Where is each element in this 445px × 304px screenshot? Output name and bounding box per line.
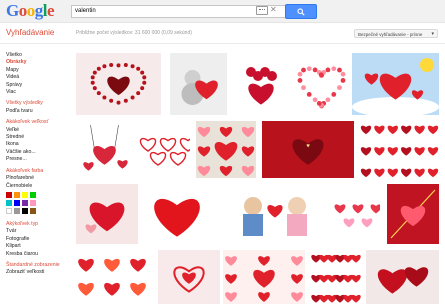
image-result-thumbnail[interactable]: [366, 250, 439, 304]
safe-search-label: Bezpečné vyhľadávanie - prísne: [358, 32, 423, 37]
logo-letter: e: [46, 1, 55, 20]
sidebar-item[interactable]: Veľké: [6, 127, 68, 134]
image-result-thumbnail[interactable]: [330, 184, 380, 244]
color-swatch[interactable]: [22, 199, 28, 206]
magnifier-icon: [297, 8, 305, 16]
image-result-thumbnail[interactable]: [352, 53, 439, 115]
thumbnail-image: [181, 70, 218, 105]
chevron-down-icon: ▾: [431, 31, 434, 37]
color-swatch[interactable]: [22, 207, 28, 214]
section-title: Vyhľadávanie: [6, 28, 55, 37]
logo-letter: g: [34, 1, 44, 20]
logo-letter: o: [18, 1, 28, 20]
thumbnail-image: [173, 266, 205, 293]
color-swatch[interactable]: [14, 199, 20, 206]
image-result-thumbnail[interactable]: [170, 53, 227, 115]
thumbnail-image: [197, 126, 255, 177]
search-button[interactable]: [285, 4, 317, 19]
thumbnail-image: [352, 58, 439, 115]
sidebar-item[interactable]: Čiernobiele: [6, 183, 68, 190]
sidebar: Všetko Obrázky Mapy Videá Správy Viac Všetky v…: [6, 52, 68, 281]
image-result-thumbnail[interactable]: [76, 121, 133, 178]
image-result-thumbnail[interactable]: [196, 121, 256, 178]
logo-letter: G: [6, 1, 19, 20]
color-swatch[interactable]: [6, 199, 12, 206]
logo-letter: o: [26, 1, 36, 20]
image-result-thumbnail[interactable]: [216, 184, 334, 244]
svg-text:♥: ♥: [306, 144, 310, 150]
color-swatch[interactable]: [22, 191, 28, 198]
image-result-thumbnail[interactable]: [360, 121, 439, 178]
color-swatch[interactable]: [6, 207, 12, 214]
image-result-thumbnail[interactable]: [138, 121, 190, 178]
color-swatch[interactable]: [14, 191, 20, 198]
thumbnail-image: [85, 202, 125, 234]
thumbnail-image: [334, 204, 380, 228]
sidebar-item[interactable]: Obrázky: [6, 59, 68, 66]
sidebar-item[interactable]: Akákoľvek veľkosť: [6, 119, 68, 126]
sidebar-item[interactable]: Mapy: [6, 67, 68, 74]
sidebar-item[interactable]: Akákoľvek farba: [6, 168, 68, 175]
search-input[interactable]: valentin: [71, 5, 286, 18]
sidebar-item[interactable]: Videá: [6, 74, 68, 81]
sidebar-item[interactable]: Viac: [6, 89, 68, 96]
image-result-thumbnail[interactable]: [76, 184, 138, 244]
sidebar-item[interactable]: Stredné: [6, 134, 68, 141]
google-logo[interactable]: Google: [6, 1, 55, 20]
thumbnail-image: [90, 63, 147, 105]
color-swatch[interactable]: [30, 207, 36, 214]
image-result-thumbnail[interactable]: ♥: [262, 121, 354, 178]
keyboard-icon[interactable]: [256, 6, 268, 15]
image-result-thumbnail[interactable]: [158, 250, 220, 304]
thumbnail-image: [225, 256, 303, 302]
sidebar-item[interactable]: Tvár: [6, 228, 68, 235]
thumbnail-image: [246, 67, 277, 105]
sidebar-item[interactable]: Zobraziť veľkosti: [6, 269, 68, 276]
thumbnail-image: [390, 189, 436, 239]
sidebar-item[interactable]: Štandardné zobrazenie: [6, 262, 68, 269]
thumbnail-image: [139, 137, 190, 166]
results-header: Vyhľadávanie Približne počet výsledkov: …: [0, 23, 445, 44]
safe-search-button[interactable]: Bezpečné vyhľadávanie - prísne ▾: [354, 29, 438, 38]
sidebar-item[interactable]: Všetko: [6, 52, 68, 59]
color-swatch[interactable]: [6, 191, 12, 198]
image-result-thumbnail[interactable]: [233, 53, 289, 115]
image-result-thumbnail[interactable]: [310, 250, 362, 304]
clear-icon[interactable]: ✕: [270, 5, 277, 15]
thumbnail-image: [83, 124, 128, 171]
thumbnail-image: [360, 125, 439, 178]
thumbnail-image: [377, 267, 429, 294]
sidebar-item[interactable]: Klipart: [6, 243, 68, 250]
thumbnail-image: [311, 254, 361, 303]
top-bar: Google valentin ✕: [0, 0, 445, 23]
sidebar-item[interactable]: Presne...: [6, 156, 68, 163]
thumbnail-image: [243, 197, 307, 236]
image-result-thumbnail[interactable]: [146, 184, 208, 244]
sidebar-item[interactable]: Správy: [6, 82, 68, 89]
thumbnail-image: [154, 198, 200, 237]
sidebar-item[interactable]: Kresba čiarou: [6, 251, 68, 258]
color-swatch[interactable]: [30, 199, 36, 206]
result-stats: Približne počet výsledkov: 31 600 000 (0…: [76, 30, 192, 36]
image-result-thumbnail[interactable]: [76, 53, 161, 115]
sidebar-item[interactable]: Fotografie: [6, 236, 68, 243]
sidebar-item[interactable]: Podľa tvaru: [6, 108, 68, 115]
thumbnail-image: [297, 66, 346, 109]
image-result-thumbnail[interactable]: [76, 250, 152, 304]
thumbnail-image: ♥: [292, 139, 324, 165]
image-result-thumbnail[interactable]: [294, 53, 349, 115]
thumbnail-image: [78, 258, 146, 296]
color-swatch[interactable]: [14, 207, 20, 214]
color-swatch[interactable]: [30, 191, 36, 198]
image-result-thumbnail[interactable]: [387, 184, 439, 244]
sidebar-item[interactable]: Plnofarebné: [6, 175, 68, 182]
sidebar-item[interactable]: Väčšie ako...: [6, 149, 68, 156]
image-result-thumbnail[interactable]: [223, 250, 305, 304]
color-swatches: [6, 191, 68, 214]
sidebar-item[interactable]: Akýkoľvek typ: [6, 221, 68, 228]
sidebar-item[interactable]: Ikona: [6, 141, 68, 148]
sidebar-item[interactable]: Všetky výsledky: [6, 100, 68, 107]
